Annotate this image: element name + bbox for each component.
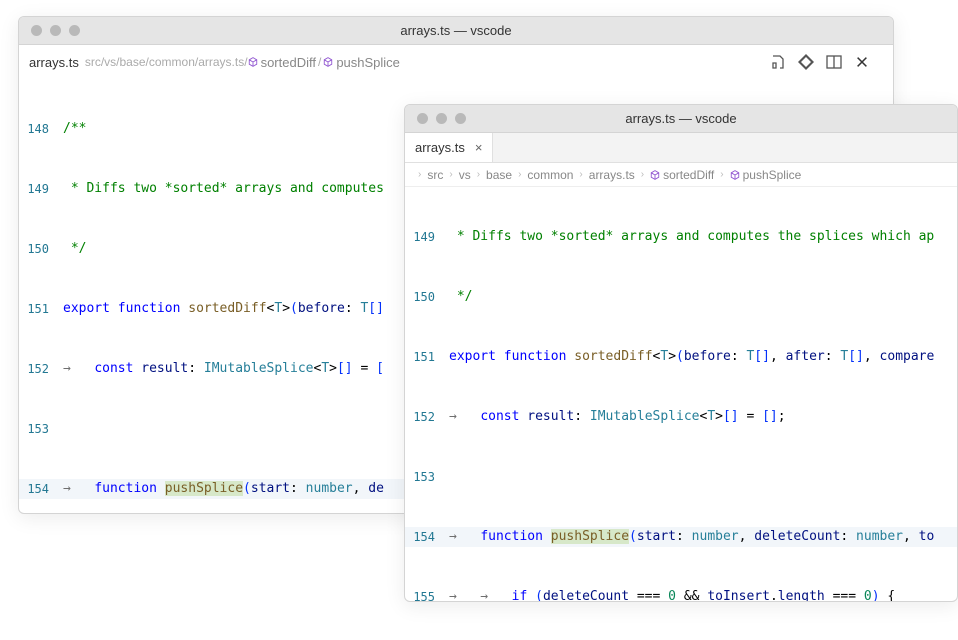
traffic-minimize[interactable] bbox=[436, 113, 447, 124]
breadcrumb-symbol-pushSplice[interactable]: pushSplice bbox=[730, 168, 802, 182]
breadcrumb-symbol-pushSplice[interactable]: pushSplice bbox=[323, 55, 400, 70]
chevron-right-icon: › bbox=[415, 169, 424, 180]
traffic-close[interactable] bbox=[31, 25, 42, 36]
code-editor[interactable]: 149 * Diffs two *sorted* arrays and comp… bbox=[405, 187, 957, 602]
traffic-zoom[interactable] bbox=[455, 113, 466, 124]
split-editor-icon[interactable] bbox=[825, 53, 843, 71]
symbol-method-icon bbox=[323, 57, 333, 67]
compare-changes-icon[interactable] bbox=[769, 53, 787, 71]
source-control-icon[interactable] bbox=[797, 53, 815, 71]
traffic-minimize[interactable] bbox=[50, 25, 61, 36]
breadcrumb-item[interactable]: base bbox=[486, 168, 512, 182]
traffic-zoom[interactable] bbox=[69, 25, 80, 36]
titlebar: arrays.ts — vscode bbox=[19, 17, 893, 45]
line-number: 148 bbox=[19, 119, 63, 139]
window-title: arrays.ts — vscode bbox=[19, 23, 893, 38]
breadcrumb-item[interactable]: arrays.ts bbox=[589, 168, 635, 182]
breadcrumb-symbol-sortedDiff[interactable]: sortedDiff bbox=[248, 55, 316, 70]
editor-tab[interactable]: arrays.ts × bbox=[405, 133, 493, 162]
tab-label: arrays.ts bbox=[415, 140, 465, 155]
breadcrumbs[interactable]: › src › vs › base › common › arrays.ts ›… bbox=[405, 163, 957, 187]
symbol-method-icon bbox=[650, 170, 660, 180]
symbol-method-icon bbox=[248, 57, 258, 67]
traffic-close[interactable] bbox=[417, 113, 428, 124]
traffic-lights bbox=[19, 25, 80, 36]
close-icon[interactable] bbox=[853, 53, 871, 71]
file-name: arrays.ts bbox=[29, 55, 79, 70]
window-title: arrays.ts — vscode bbox=[405, 111, 957, 126]
breadcrumb-path[interactable]: src/vs/base/common/arrays.ts/ bbox=[85, 55, 248, 69]
breadcrumb-item[interactable]: src bbox=[427, 168, 443, 182]
editor-actions bbox=[769, 53, 883, 71]
editor-tabbar: arrays.ts × bbox=[405, 133, 957, 163]
breadcrumb-item[interactable]: vs bbox=[459, 168, 471, 182]
symbol-method-icon bbox=[730, 170, 740, 180]
breadcrumb-symbol-sortedDiff[interactable]: sortedDiff bbox=[650, 168, 714, 182]
traffic-lights bbox=[405, 113, 466, 124]
tab-close-icon[interactable]: × bbox=[475, 140, 483, 155]
breadcrumb-item[interactable]: common bbox=[527, 168, 573, 182]
titlebar: arrays.ts — vscode bbox=[405, 105, 957, 133]
